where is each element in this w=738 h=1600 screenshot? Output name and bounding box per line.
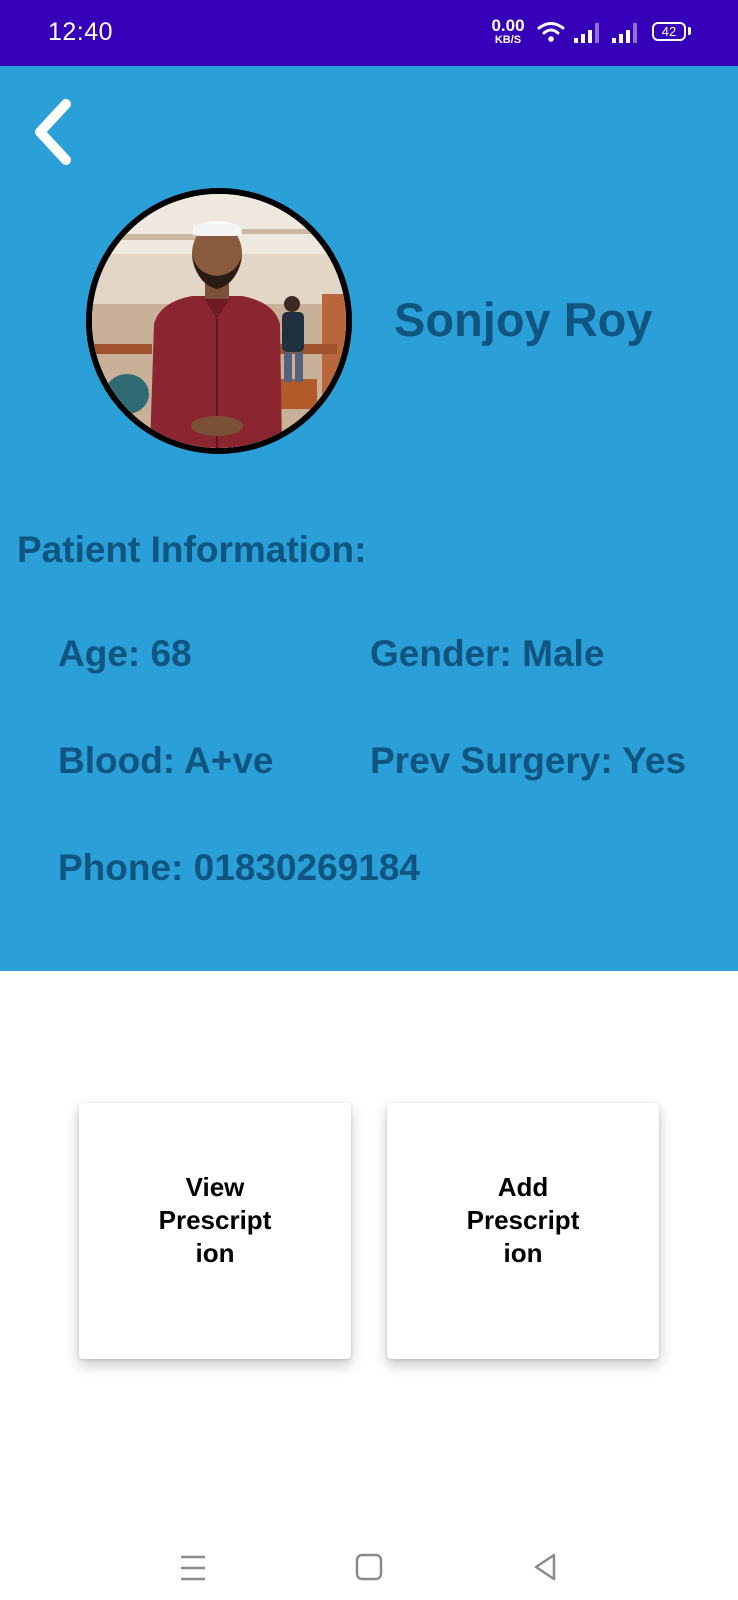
view-prescription-button[interactable]: View Prescript ion (79, 1103, 351, 1359)
status-bar: 12:40 0.00 KB/S 42 (0, 0, 738, 66)
prev-surgery-field: Prev Surgery: Yes (370, 740, 687, 781)
phone-field: Phone: 01830269184 (58, 847, 421, 888)
add-prescription-label-line: ion (503, 1238, 543, 1268)
avatar (86, 188, 352, 454)
system-nav-bar (0, 1520, 738, 1600)
home-square-icon (355, 1553, 383, 1581)
add-prescription-label-line: Prescript (466, 1205, 580, 1235)
add-prescription-label-line: Add (497, 1172, 549, 1202)
back-triangle-icon (534, 1553, 556, 1581)
network-speed-unit: KB/S (494, 34, 522, 46)
patient-name: Sonjoy Roy (394, 293, 653, 346)
section-title: Patient Information: (17, 529, 367, 570)
signal-icon (612, 23, 637, 43)
view-prescription-label: View Prescript ion (79, 1171, 351, 1270)
home-button[interactable] (349, 1550, 389, 1586)
view-prescription-label-line: ion (195, 1238, 235, 1268)
view-prescription-label-line: Prescript (158, 1205, 272, 1235)
signal-icon (574, 23, 599, 43)
nav-back-button[interactable] (526, 1550, 566, 1586)
add-prescription-button[interactable]: Add Prescript ion (387, 1103, 659, 1359)
patient-profile-panel: Sonjoy Roy Patient Information: Age: 68 … (0, 66, 738, 971)
back-button[interactable] (22, 94, 92, 170)
network-speed-value: 0.00 (491, 16, 525, 35)
battery-icon: 42 (652, 22, 686, 41)
chevron-left-icon (35, 99, 71, 165)
network-speed: 0.00 KB/S (486, 17, 530, 46)
gender-field: Gender: Male (370, 633, 605, 674)
wifi-icon (537, 22, 565, 42)
menu-icon (181, 1555, 205, 1581)
add-prescription-label: Add Prescript ion (387, 1171, 659, 1270)
age-field: Age: 68 (58, 633, 192, 674)
status-time: 12:40 (48, 18, 114, 46)
battery-tip (688, 27, 691, 35)
view-prescription-label-line: View (185, 1172, 245, 1202)
avatar-photo (92, 194, 346, 448)
blood-field: Blood: A+ve (58, 740, 274, 781)
recents-button[interactable] (173, 1550, 213, 1586)
